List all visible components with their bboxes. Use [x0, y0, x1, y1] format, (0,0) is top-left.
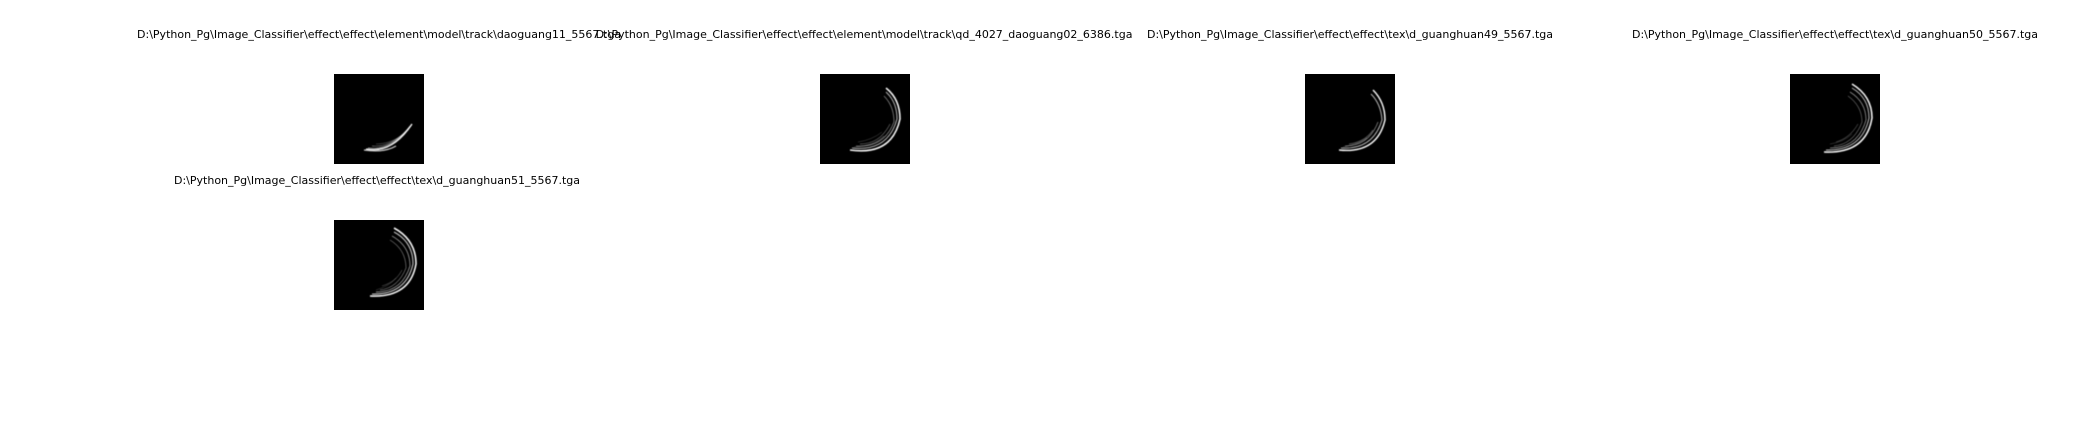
- crescent-glow-image: [369, 227, 417, 297]
- panel-1-title: D:\Python_Pg\Image_Classifier\effect\eff…: [137, 28, 621, 41]
- panel-3-thumbnail: [1305, 74, 1395, 164]
- crescent-glow-image: [1338, 89, 1386, 152]
- panel-2-thumbnail: [820, 74, 910, 164]
- panel-4-title: D:\Python_Pg\Image_Classifier\effect\eff…: [1632, 28, 2038, 41]
- panel-4-thumbnail: [1790, 74, 1880, 164]
- crescent-glow-image: [363, 123, 413, 152]
- panel-2-title: D:\Python_Pg\Image_Classifier\effect\eff…: [595, 28, 1133, 41]
- panel-1-thumbnail: [334, 74, 424, 164]
- panel-5-title: D:\Python_Pg\Image_Classifier\effect\eff…: [174, 174, 580, 187]
- panel-5-thumbnail: [334, 220, 424, 310]
- crescent-glow-image: [1823, 83, 1873, 153]
- panel-3-title: D:\Python_Pg\Image_Classifier\effect\eff…: [1147, 28, 1553, 41]
- image-grid-figure: D:\Python_Pg\Image_Classifier\effect\eff…: [0, 0, 2073, 421]
- crescent-glow-image: [849, 87, 901, 152]
